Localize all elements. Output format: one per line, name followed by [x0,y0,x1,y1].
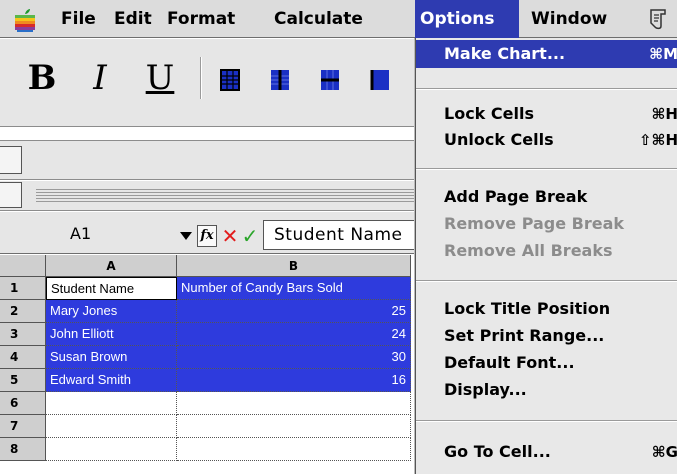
row-header[interactable]: 8 [0,438,46,461]
menu-separator [416,280,677,282]
cell-a3[interactable]: John Elliott [46,323,177,346]
menu-edit[interactable]: Edit [109,0,157,38]
row-header[interactable]: 2 [0,300,46,323]
menu-item-shortcut: ⇧⌘H [638,131,677,149]
menu-item-add-page-break[interactable]: Add Page Break [416,183,677,211]
row-header[interactable]: 7 [0,415,46,438]
options-menu: Make Chart... ⌘M Lock Cells ⌘H Unlock Ce… [415,38,677,474]
border-horizontal-icon[interactable] [320,69,340,91]
menu-item-shortcut: ⌘M [649,45,677,63]
cell-b4[interactable]: 30 [177,346,411,369]
menu-separator [416,88,677,90]
menu-file[interactable]: File [56,0,101,38]
cancel-icon[interactable]: ✕ [221,225,239,247]
cell-a7[interactable] [46,415,177,438]
menu-item-display[interactable]: Display... [416,376,677,404]
cell-b5[interactable]: 16 [177,369,411,392]
column-header-b[interactable]: B [177,255,411,277]
menu-item-label: Go To Cell... [444,442,551,461]
cell-b3[interactable]: 24 [177,323,411,346]
menu-window[interactable]: Window [526,0,612,38]
menu-item-label: Unlock Cells [444,130,554,149]
menu-options[interactable]: Options [415,0,519,38]
select-all-corner[interactable] [0,255,46,277]
menu-item-lock-cells[interactable]: Lock Cells ⌘H [416,100,677,128]
cell-b1[interactable]: Number of Candy Bars Sold [177,277,411,300]
menu-calculate[interactable]: Calculate [269,0,368,38]
border-all-icon[interactable] [220,69,240,91]
apple-logo-icon[interactable] [14,8,36,32]
menu-item-lock-title-position[interactable]: Lock Title Position [416,295,677,323]
cell-a6[interactable] [46,392,177,415]
italic-button[interactable]: I [80,53,120,103]
menu-item-label: Lock Cells [444,104,534,123]
menu-format[interactable]: Format [162,0,240,38]
menu-bar: File Edit Format Calculate Options Windo… [0,0,677,38]
menu-item-remove-page-break: Remove Page Break [444,214,625,233]
menu-item-make-chart[interactable]: Make Chart... ⌘M [416,40,677,68]
cell-a4[interactable]: Susan Brown [46,346,177,369]
function-icon[interactable]: fx [197,225,217,247]
menu-item-label: Make Chart... [444,44,566,63]
row-header[interactable]: 6 [0,392,46,415]
menu-item-default-font[interactable]: Default Font... [416,349,677,377]
cell-b6[interactable] [177,392,411,415]
cell-reference[interactable]: A1 [6,220,176,248]
cell-b7[interactable] [177,415,411,438]
cell-a8[interactable] [46,438,177,461]
row-header[interactable]: 4 [0,346,46,369]
cell-b8[interactable] [177,438,411,461]
menu-item-shortcut: ⌘G [651,443,677,461]
menu-item-remove-all-breaks: Remove All Breaks [444,241,613,260]
menu-item-shortcut: ⌘H [651,105,677,123]
underline-button[interactable]: U [140,53,180,103]
formula-input[interactable]: Student Name [263,220,423,250]
ruler-box[interactable] [0,146,22,174]
cell-b2[interactable]: 25 [177,300,411,323]
script-icon[interactable] [645,6,671,32]
menu-separator [416,420,677,422]
cell-a2[interactable]: Mary Jones [46,300,177,323]
chevron-down-icon[interactable] [180,232,192,240]
row-header[interactable]: 1 [0,277,46,300]
border-left-icon[interactable] [370,69,390,91]
bold-button[interactable]: B [22,53,62,103]
toolbar-divider [200,57,202,99]
border-vertical-icon[interactable] [270,69,290,91]
menu-item-set-print-range[interactable]: Set Print Range... [416,322,677,350]
cell-a1[interactable]: Student Name [46,277,177,300]
cell-a5[interactable]: Edward Smith [46,369,177,392]
menu-item-go-to-cell[interactable]: Go To Cell... ⌘G [416,438,677,466]
accept-icon[interactable]: ✓ [241,225,259,247]
row-header[interactable]: 3 [0,323,46,346]
tool-box[interactable] [0,182,22,208]
menu-separator [416,168,677,170]
column-header-a[interactable]: A [46,255,177,277]
menu-item-unlock-cells[interactable]: Unlock Cells ⇧⌘H [416,126,677,154]
row-header[interactable]: 5 [0,369,46,392]
